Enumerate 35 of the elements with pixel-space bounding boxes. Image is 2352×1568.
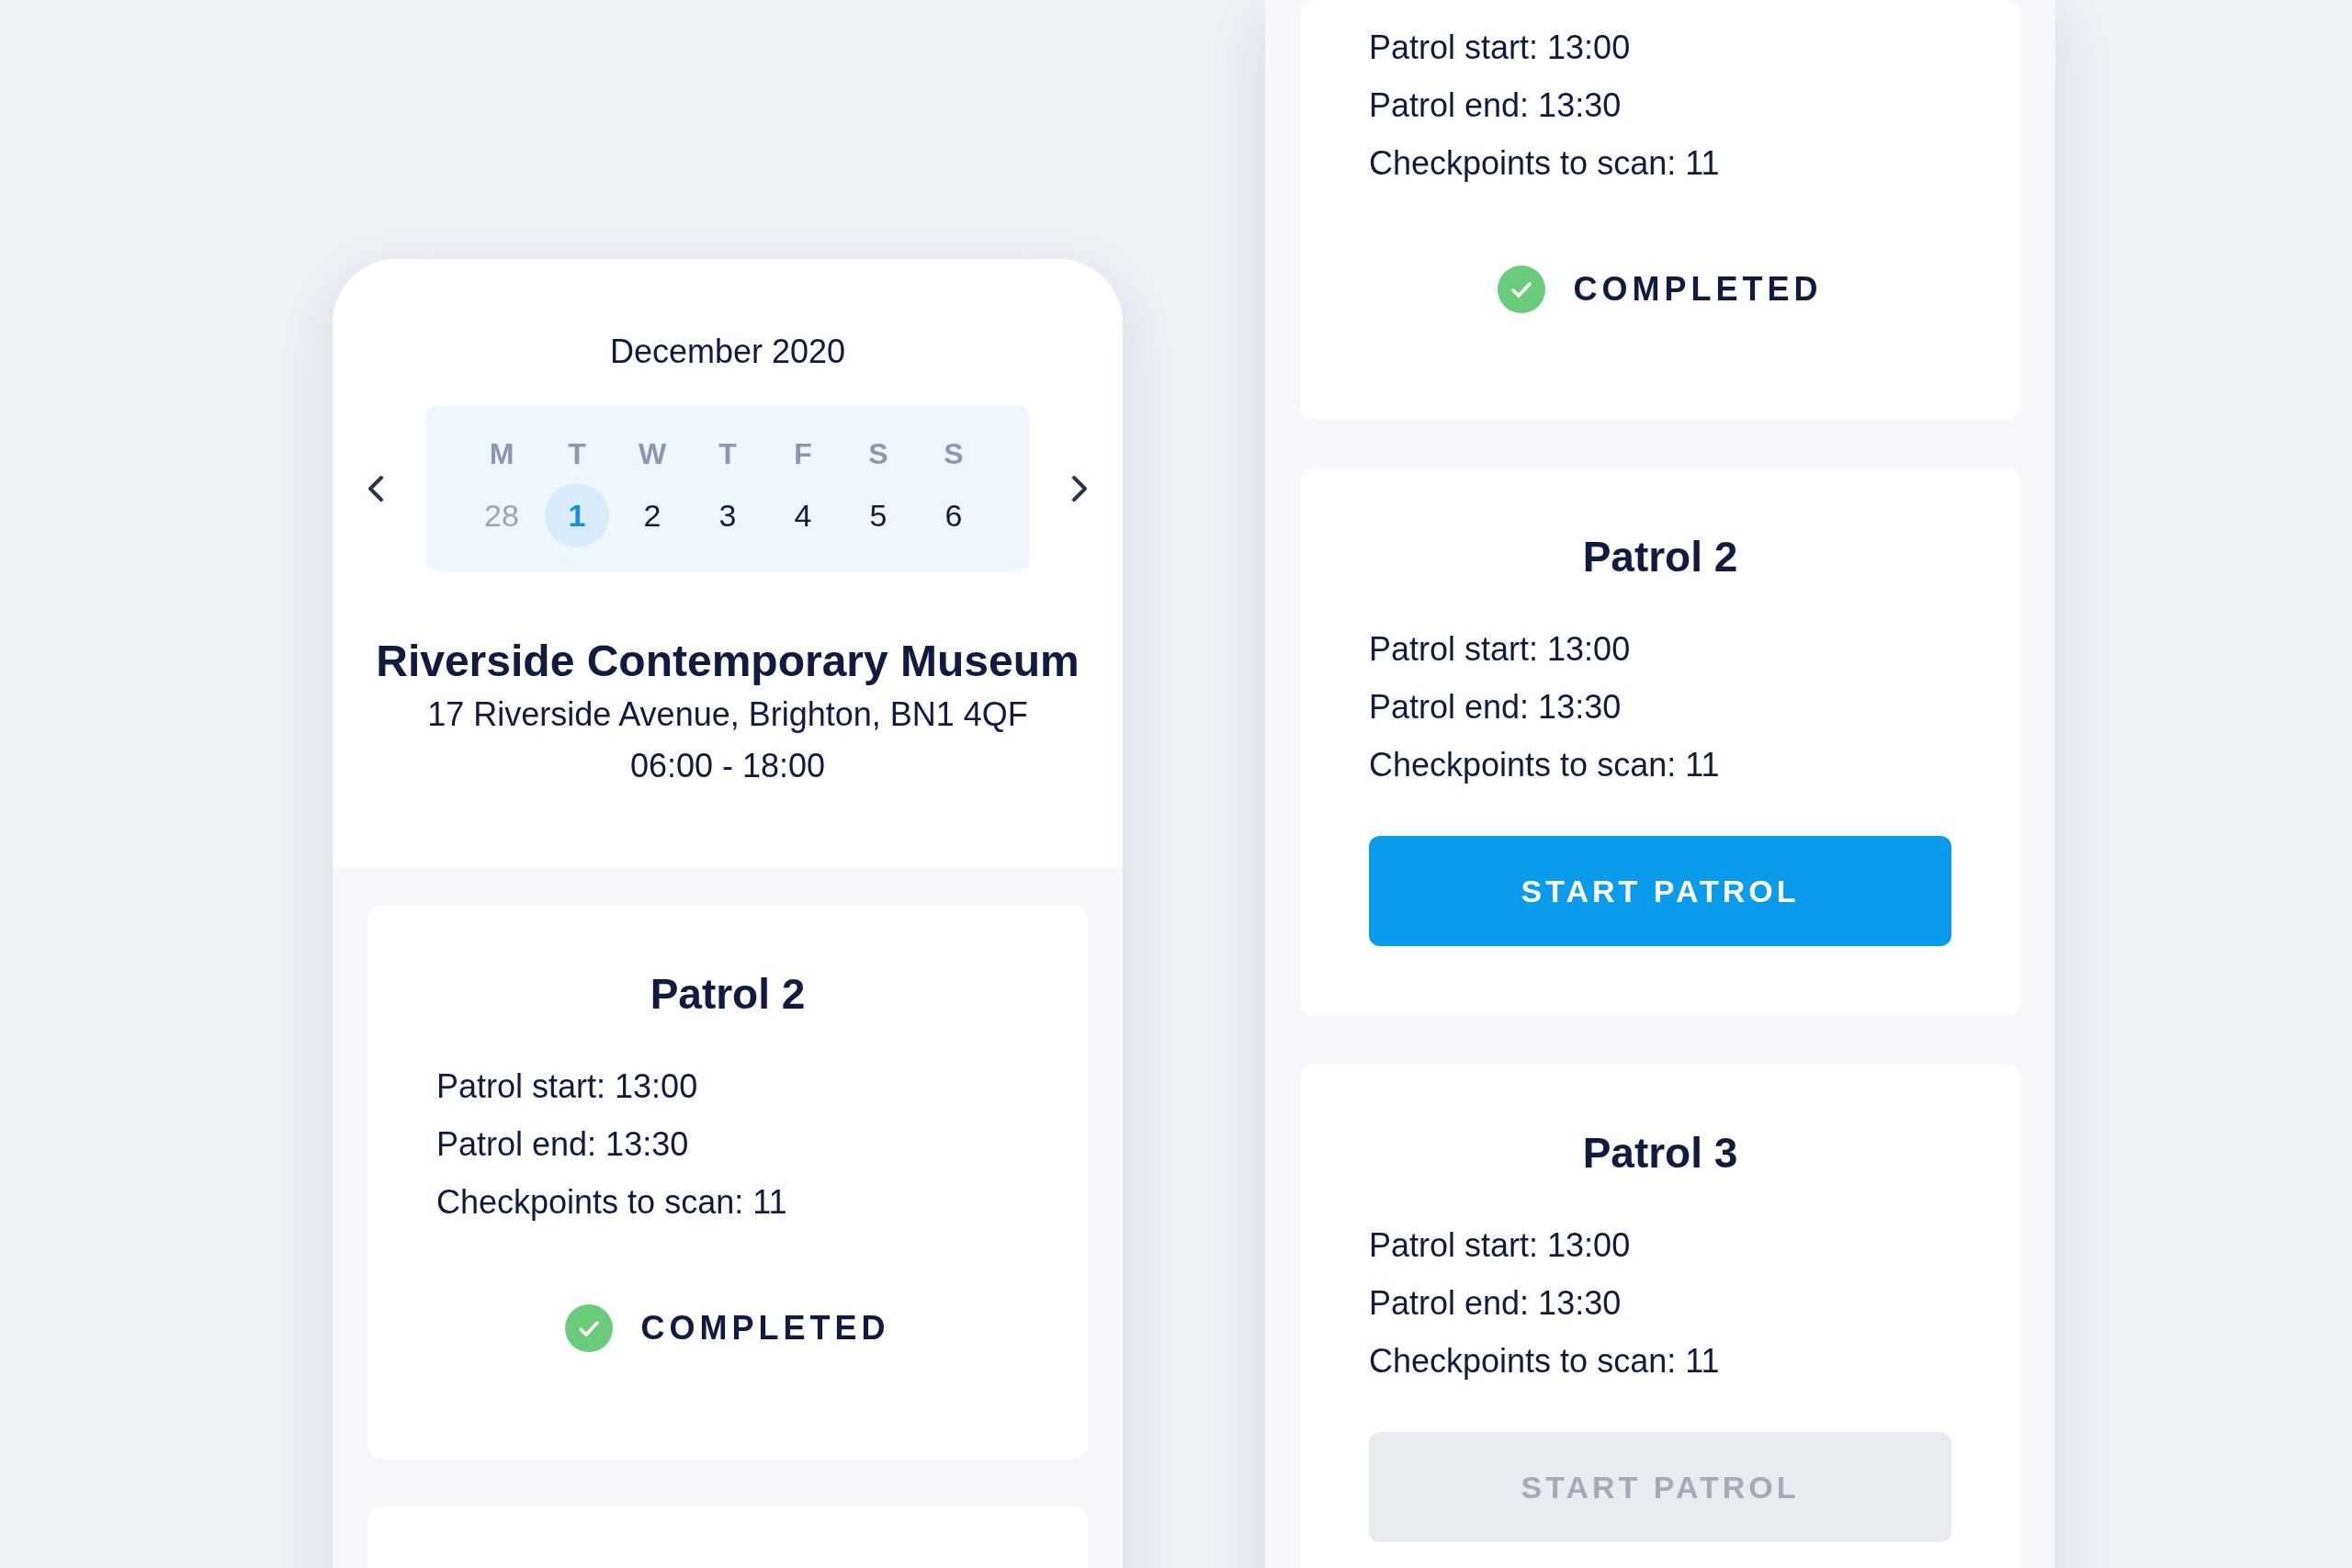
day-item[interactable]: 6 [922, 483, 986, 547]
venue-address: 17 Riverside Avenue, Brighton, BN1 4QF [427, 695, 1028, 734]
check-icon [1498, 265, 1546, 313]
patrol-detail: Patrol end: 13:30 [1369, 85, 1623, 126]
patrol-title: Patrol 3 [1581, 1128, 1739, 1178]
month-label: December 2020 [609, 333, 846, 371]
patrol-detail: Checkpoints to scan: 11 [1369, 745, 1721, 785]
day-item[interactable]: 5 [846, 483, 910, 547]
check-icon [565, 1304, 614, 1352]
patrol-detail: Patrol start: 13:00 [1369, 629, 1632, 670]
weekday-label: F [794, 436, 812, 472]
status-label: COMPLETED [640, 1309, 890, 1348]
venue-hours: 06:00 - 18:00 [629, 747, 826, 785]
day-item[interactable]: 3 [695, 483, 760, 547]
patrol-detail: Patrol end: 13:30 [1369, 687, 1623, 728]
venue-name: Riverside Contemporary Museum [376, 636, 1080, 686]
weekday-label: T [718, 436, 737, 472]
weekday-label: S [868, 436, 888, 472]
patrol-detail: Checkpoints to scan: 11 [1369, 143, 1721, 184]
patrol-detail: Patrol end: 13:30 [436, 1124, 690, 1165]
status-label: COMPLETED [1573, 270, 1823, 309]
patrol-detail: Patrol start: 13:00 [1369, 1225, 1632, 1266]
patrol-title: Patrol 2 [649, 969, 807, 1019]
weekday-label: M [489, 436, 514, 472]
day-item[interactable]: 2 [620, 483, 684, 547]
weekday-label: W [638, 436, 667, 472]
patrol-detail: Patrol end: 13:30 [1369, 1283, 1623, 1324]
weekday-label: S [944, 436, 964, 472]
patrol-detail: Checkpoints to scan: 11 [1369, 1341, 1721, 1382]
patrol-detail: Patrol start: 13:00 [1369, 28, 1632, 68]
patrol-title: Patrol 2 [1581, 532, 1739, 581]
patrol-detail: Checkpoints to scan: 11 [436, 1182, 788, 1223]
patrol-detail: Patrol start: 13:00 [436, 1066, 699, 1107]
weekday-label: T [568, 436, 586, 472]
day-item[interactable]: 4 [771, 483, 835, 547]
